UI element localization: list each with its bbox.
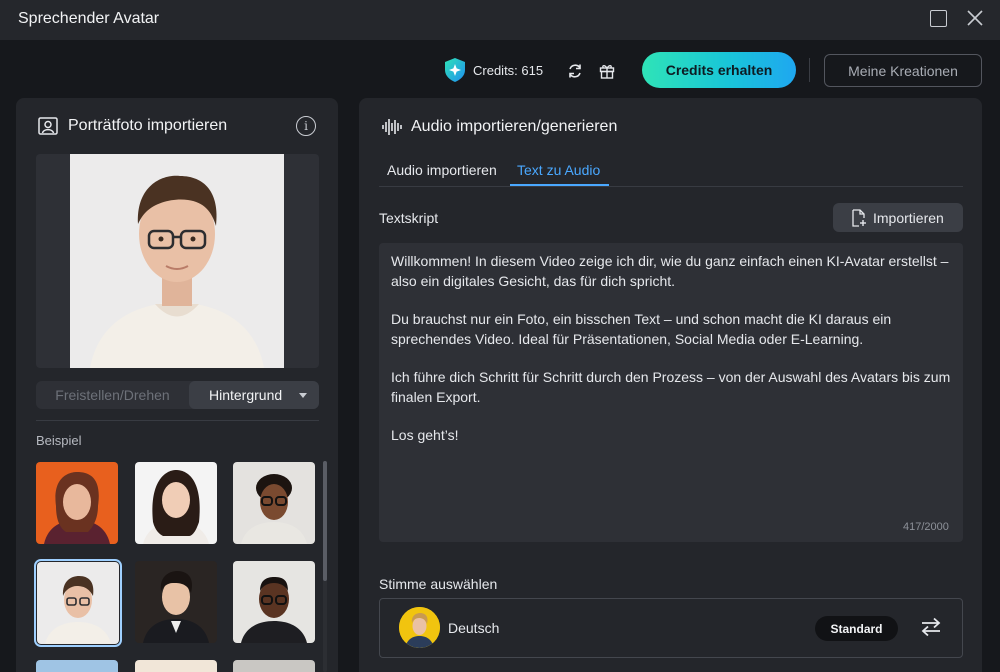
- cutout-rotate-tab[interactable]: Freistellen/Drehen: [36, 381, 189, 409]
- maximize-icon[interactable]: [930, 10, 947, 27]
- gift-icon[interactable]: [594, 58, 620, 84]
- voice-select-label: Stimme auswählen: [379, 576, 498, 592]
- char-counter: 417/2000: [903, 521, 949, 533]
- credits-count: Credits: 615: [473, 63, 544, 78]
- script-label: Textskript: [379, 210, 439, 226]
- tab-divider: [379, 186, 963, 187]
- example-avatar-6[interactable]: [233, 561, 315, 643]
- example-avatar-4-selected[interactable]: [34, 559, 122, 647]
- get-credits-button[interactable]: Credits erhalten: [642, 52, 796, 88]
- chevron-down-icon[interactable]: [299, 393, 307, 398]
- portrait-panel-title: Porträtfoto importieren: [68, 117, 228, 134]
- example-avatar-3[interactable]: [233, 462, 315, 544]
- window-title: Sprechender Avatar: [18, 10, 160, 27]
- portrait-preview-image: [70, 154, 284, 368]
- voice-tier-badge: Standard: [815, 616, 898, 641]
- divider: [809, 58, 810, 82]
- example-avatar-8[interactable]: [135, 660, 217, 672]
- example-avatar-7[interactable]: [36, 660, 118, 672]
- credits-shield-icon: [445, 58, 465, 82]
- active-tab-indicator: [510, 184, 609, 186]
- script-paragraph-3[interactable]: Ich führe dich Schritt für Schritt durch…: [391, 368, 956, 407]
- voice-avatar: [399, 607, 440, 648]
- script-paragraph-2[interactable]: Du brauchst nur ein Foto, ein bisschen T…: [391, 310, 956, 349]
- examples-label: Beispiel: [36, 433, 82, 448]
- script-paragraph-4[interactable]: Los geht’s!: [391, 426, 956, 446]
- file-import-icon: [852, 209, 866, 227]
- tab-audio-import[interactable]: Audio importieren: [387, 162, 497, 178]
- audio-panel-title: Audio importieren/generieren: [411, 118, 618, 135]
- examples-scrollbar-thumb[interactable]: [323, 461, 327, 581]
- divider: [36, 420, 319, 421]
- my-creations-button[interactable]: Meine Kreationen: [824, 54, 982, 87]
- title-bar: Sprechender Avatar: [0, 0, 1000, 40]
- script-paragraph-1[interactable]: Willkommen! In diesem Video zeige ich di…: [391, 252, 956, 291]
- example-avatar-9[interactable]: [233, 660, 315, 672]
- audio-wave-icon: [382, 119, 402, 135]
- refresh-icon[interactable]: [562, 58, 588, 84]
- example-avatar-2[interactable]: [135, 462, 217, 544]
- voice-name: Deutsch: [448, 620, 500, 636]
- example-avatar-1[interactable]: [36, 462, 118, 544]
- close-icon[interactable]: [966, 9, 984, 27]
- tab-text-to-audio[interactable]: Text zu Audio: [517, 162, 600, 178]
- swap-icon[interactable]: [919, 616, 943, 638]
- example-avatar-5[interactable]: [135, 561, 217, 643]
- info-icon[interactable]: i: [296, 116, 316, 136]
- portrait-icon: [38, 117, 58, 135]
